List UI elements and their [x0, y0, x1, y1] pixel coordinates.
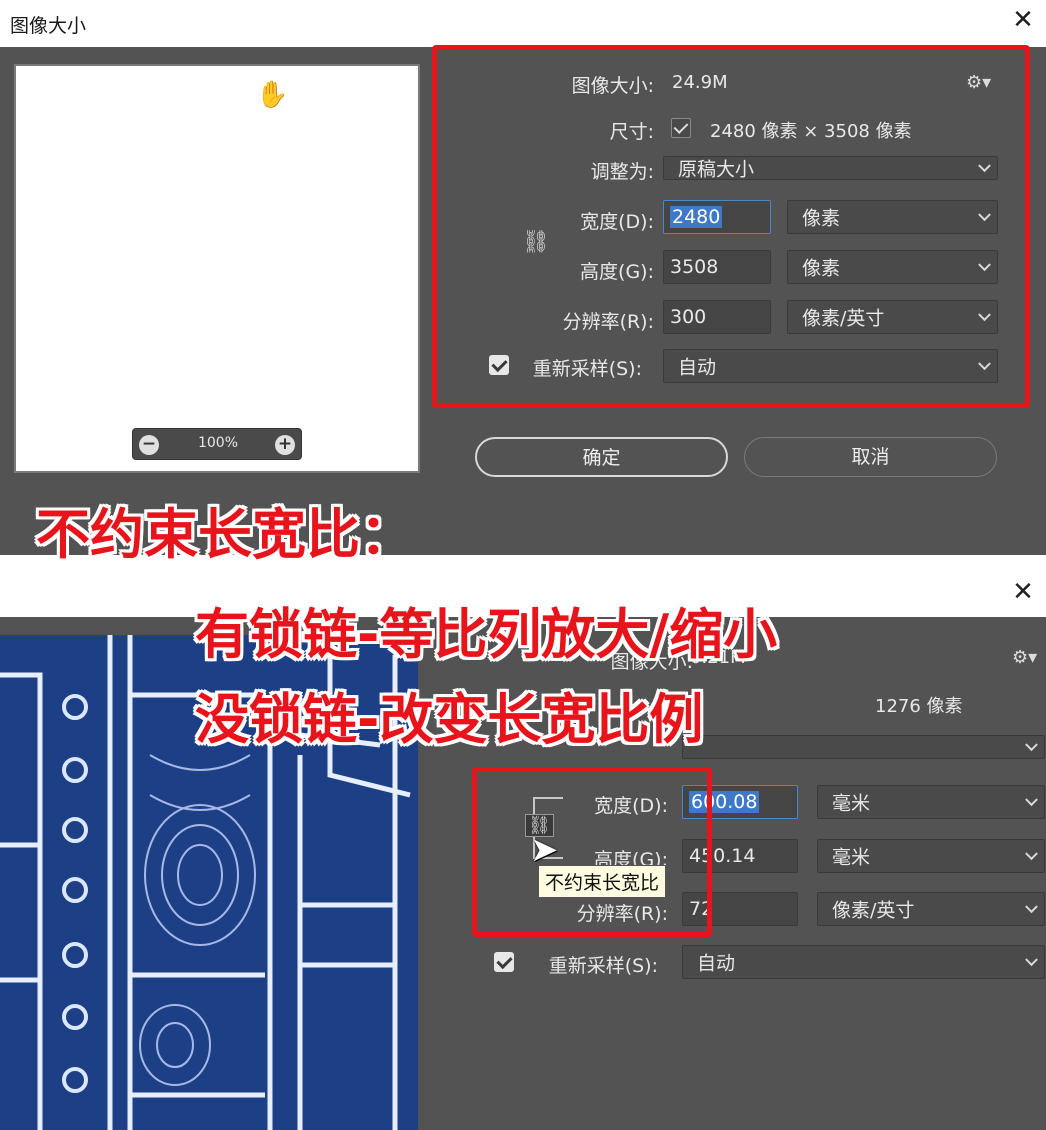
resample-label: 重新采样(S):	[548, 955, 658, 977]
dimensions-value: 1276 像素	[875, 696, 963, 717]
height-unit: 毫米	[832, 846, 871, 869]
image-preview[interactable]: ✋ − 100% +	[14, 64, 420, 473]
resample-select[interactable]: 自动	[682, 945, 1045, 979]
resolution-unit: 像素/英寸	[832, 899, 915, 922]
hand-icon: ✋	[256, 80, 289, 110]
caption-with-chain: 有锁链-等比列放大/缩小	[195, 603, 778, 666]
width-unit-select[interactable]: 毫米	[817, 785, 1045, 819]
caption-without-chain: 没锁链-改变长宽比例	[195, 688, 704, 751]
chevron-down-icon	[1025, 847, 1038, 861]
close-icon[interactable]: ✕	[1008, 577, 1038, 607]
zoom-level: 100%	[197, 435, 239, 451]
annotation-highlight-box	[432, 45, 1030, 408]
annotation-highlight-box	[472, 767, 712, 937]
fit-to-select[interactable]	[682, 735, 1045, 759]
caption-title: 不约束长宽比：	[36, 503, 414, 566]
chevron-down-icon	[1025, 793, 1038, 807]
chevron-down-icon	[1025, 953, 1038, 967]
cancel-button[interactable]: 取消	[744, 437, 997, 477]
image-size-dialog-top: 图像大小 ✕ ✋ − 100% + 图像大小: 24.9M ⚙▾ 尺寸: 248…	[0, 0, 1046, 555]
zoom-out-icon[interactable]: −	[139, 435, 159, 455]
title-bar: 图像大小 ✕	[0, 0, 1046, 47]
zoom-bar: − 100% +	[132, 428, 302, 460]
zoom-in-icon[interactable]: +	[275, 435, 295, 455]
chevron-down-icon	[1025, 738, 1038, 752]
width-unit: 毫米	[832, 792, 871, 815]
gear-icon[interactable]: ⚙▾	[1012, 647, 1037, 668]
ok-button[interactable]: 确定	[475, 437, 728, 477]
close-icon[interactable]: ✕	[1008, 5, 1038, 35]
resample-value: 自动	[697, 952, 736, 975]
dialog-title: 图像大小	[10, 15, 87, 37]
resample-checkbox[interactable]	[494, 952, 514, 972]
height-unit-select[interactable]: 毫米	[817, 839, 1045, 873]
chevron-down-icon	[1025, 900, 1038, 914]
resolution-unit-select[interactable]: 像素/英寸	[817, 892, 1045, 926]
